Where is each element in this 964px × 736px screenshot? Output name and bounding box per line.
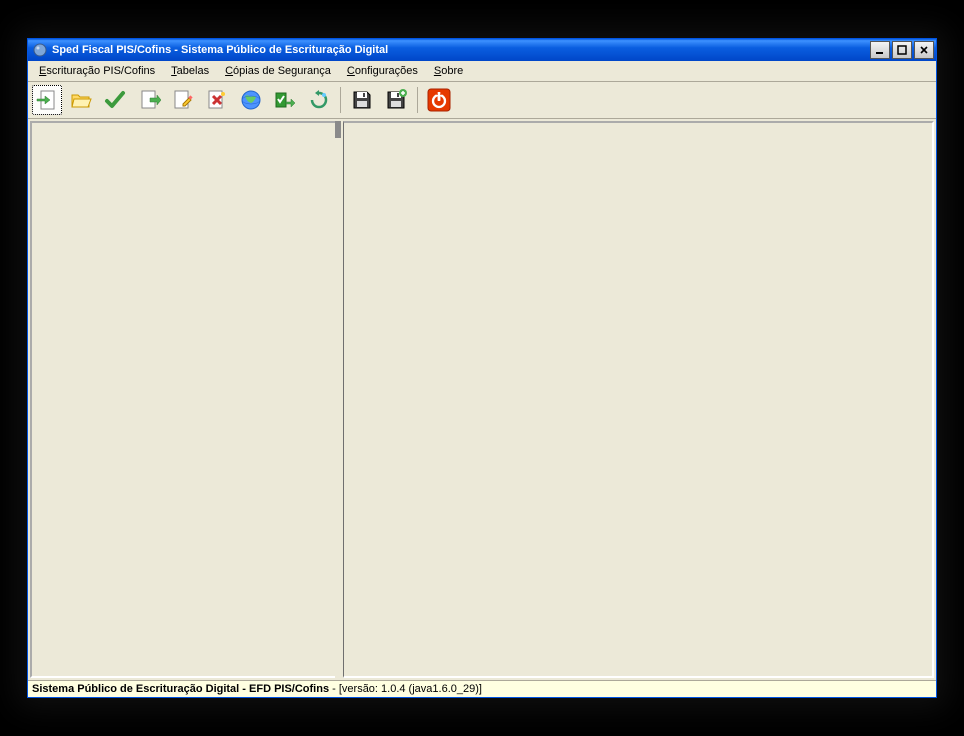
toolbar-export-button[interactable] [134,85,164,115]
close-icon [919,45,929,55]
window-title: Sped Fiscal PIS/Cofins - Sistema Público… [52,44,870,56]
minimize-button[interactable] [870,41,890,59]
menu-escrituracao[interactable]: Escrituração PIS/Cofins [32,63,162,79]
toolbar-separator [340,87,341,113]
status-rest: - [versão: 1.0.4 (java1.6.0_29)] [329,683,482,695]
window-controls [870,41,934,59]
app-window: Sped Fiscal PIS/Cofins - Sistema Público… [27,38,937,698]
toolbar-exit-button[interactable] [424,85,454,115]
toolbar-globe-button[interactable] [236,85,266,115]
globe-icon [239,88,263,112]
left-panel[interactable] [30,121,335,678]
close-button[interactable] [914,41,934,59]
refresh-icon [307,88,331,112]
splitter[interactable] [335,121,343,678]
toolbar-check-config-button[interactable] [270,85,300,115]
save-plus-icon [384,88,408,112]
splitter-handle[interactable] [335,120,341,138]
menu-copias[interactable]: Cópias de Segurança [218,63,338,79]
check-icon [103,88,127,112]
menu-tabelas[interactable]: Tabelas [164,63,216,79]
status-bold: Sistema Público de Escrituração Digital … [32,683,329,695]
export-doc-icon [137,88,161,112]
maximize-icon [897,45,907,55]
toolbar-edit-button[interactable] [168,85,198,115]
menu-sobre[interactable]: Sobre [427,63,470,79]
maximize-button[interactable] [892,41,912,59]
menu-configuracoes[interactable]: Configurações [340,63,425,79]
tools-cross-icon [205,88,229,112]
app-icon [32,42,48,58]
toolbar-tools-button[interactable] [202,85,232,115]
content-area [28,119,936,680]
toolbar-refresh-button[interactable] [304,85,334,115]
import-icon [35,88,59,112]
toolbar-validate-button[interactable] [100,85,130,115]
power-icon [426,87,452,113]
right-panel[interactable] [343,121,934,678]
menubar: Escrituração PIS/Cofins Tabelas Cópias d… [28,61,936,82]
toolbar-separator [417,87,418,113]
toolbar-open-button[interactable] [66,85,96,115]
titlebar[interactable]: Sped Fiscal PIS/Cofins - Sistema Público… [28,39,936,61]
minimize-icon [875,45,885,55]
toolbar [28,82,936,119]
statusbar: Sistema Público de Escrituração Digital … [28,680,936,697]
toolbar-save-button[interactable] [347,85,377,115]
save-icon [350,88,374,112]
open-folder-icon [69,88,93,112]
edit-pencil-icon [171,88,195,112]
toolbar-save-as-button[interactable] [381,85,411,115]
check-config-icon [273,88,297,112]
toolbar-import-button[interactable] [32,85,62,115]
